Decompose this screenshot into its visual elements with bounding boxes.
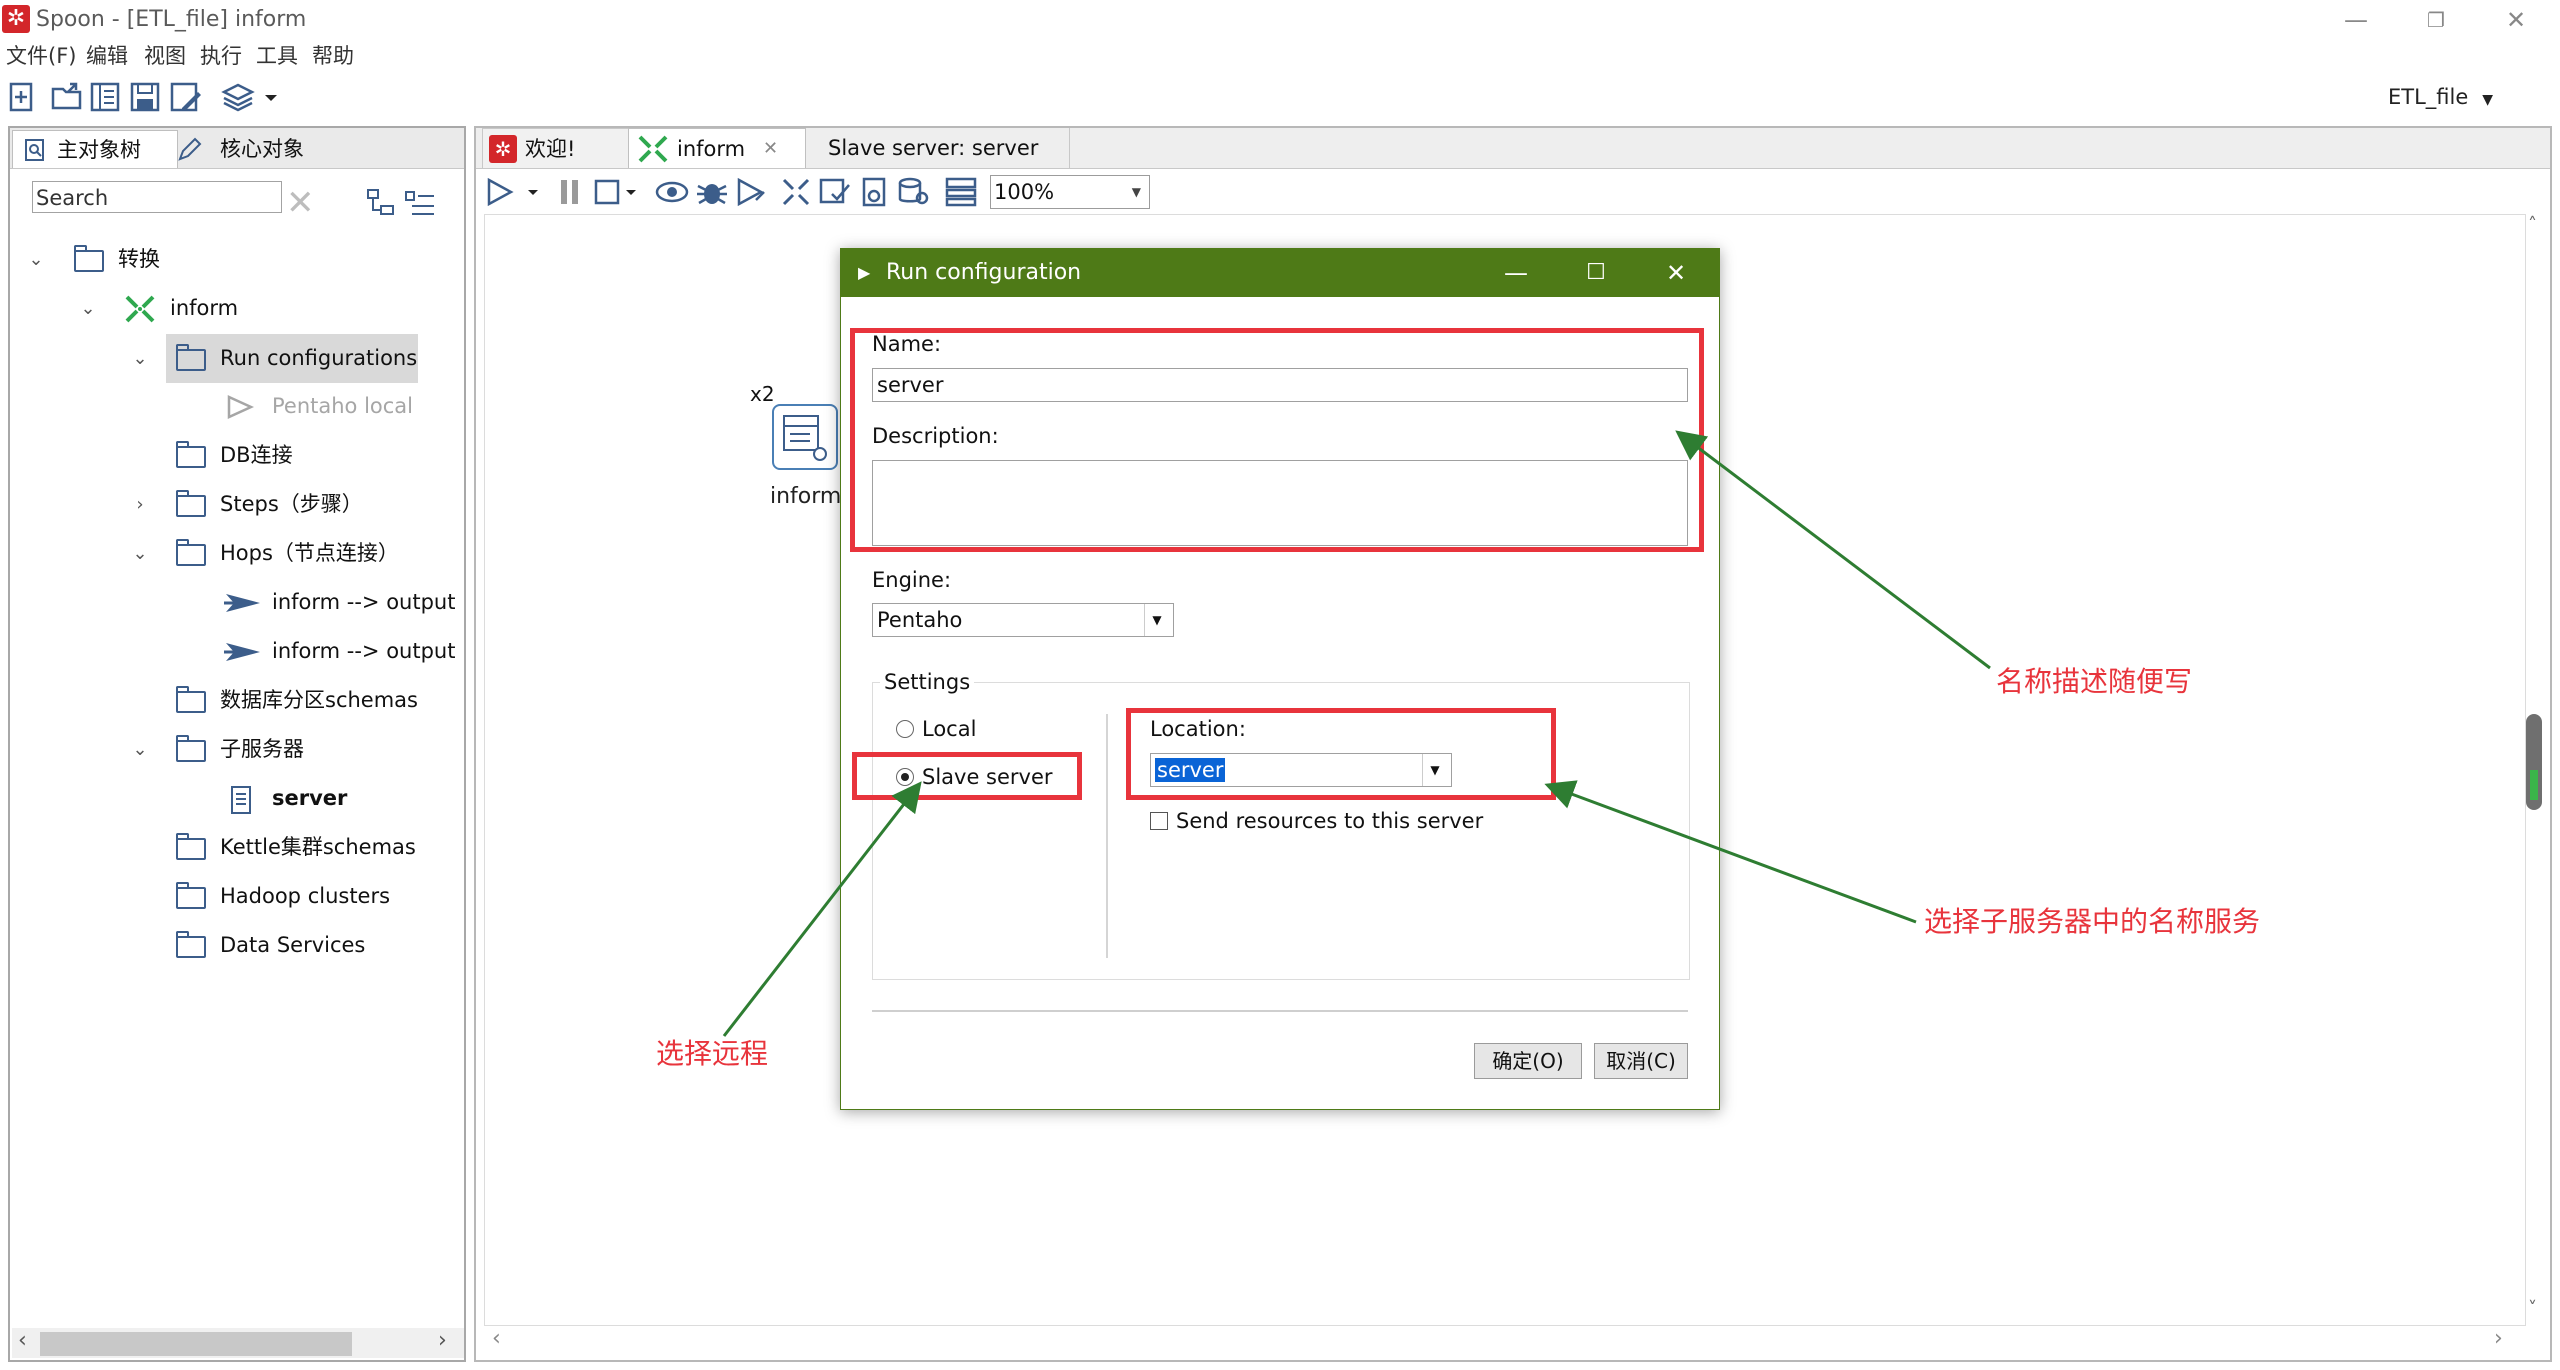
annotation-choose-remote: 选择远程 — [656, 1037, 769, 1070]
arrow-to-slave-radio — [722, 781, 922, 1037]
annotation-choose-server: 选择子服务器中的名称服务 — [1924, 905, 2261, 938]
arrow-to-name-desc — [1675, 430, 1991, 670]
arrow-to-location — [1544, 780, 1917, 924]
annotation-name-desc: 名称描述随便写 — [1996, 665, 2193, 698]
